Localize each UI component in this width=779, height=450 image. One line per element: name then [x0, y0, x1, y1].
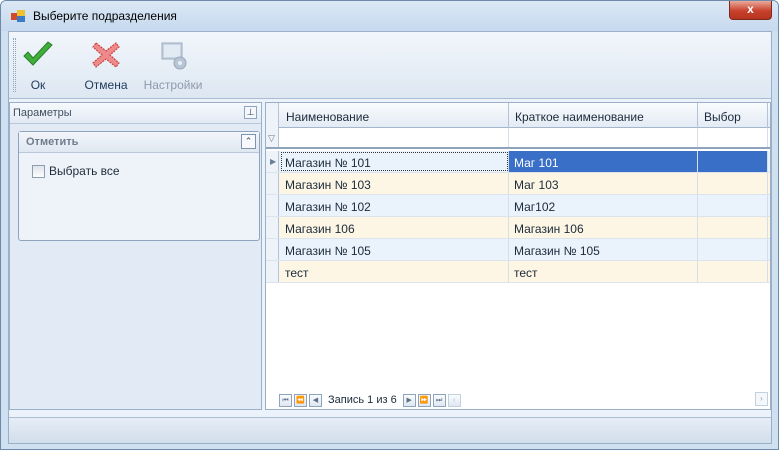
row-indicator[interactable]: ▶: [266, 151, 279, 172]
cell-name[interactable]: Магазин № 105: [280, 239, 509, 260]
title-bar: Выберите подразделения x: [1, 1, 778, 31]
table-row[interactable]: тест тест: [266, 261, 770, 283]
column-header-short-name[interactable]: Краткое наименование: [509, 103, 698, 128]
toolbar-grip: [13, 38, 16, 92]
table-row[interactable]: Магазин № 102 Маг102: [266, 195, 770, 217]
record-navigator: ⏮ ⏪ ◀ Запись 1 из 6 ▶ ⏩ ⏭ ‹: [279, 392, 463, 408]
record-counter: Запись 1 из 6: [328, 394, 397, 406]
collapse-icon[interactable]: ⌃: [241, 134, 256, 149]
cell-short-name[interactable]: Маг 103: [509, 173, 698, 194]
filter-cell-choice[interactable]: [698, 128, 768, 147]
cancel-button[interactable]: Отмена: [79, 38, 133, 94]
filter-cell-name[interactable]: [280, 128, 509, 147]
cell-short-name[interactable]: Маг 101: [509, 151, 698, 172]
pin-icon[interactable]: ⊥: [244, 106, 257, 119]
parameters-panel: Параметры ⊥ Отметить ⌃ Выбрать все: [9, 102, 262, 410]
cell-short-name[interactable]: Магазин 106: [509, 217, 698, 238]
table-row[interactable]: Магазин № 103 Маг 103: [266, 173, 770, 195]
cell-choice[interactable]: [698, 173, 768, 194]
filter-indicator: ▽: [266, 128, 279, 147]
cell-choice[interactable]: [698, 217, 768, 238]
row-indicator[interactable]: [266, 261, 279, 282]
checkbox-box[interactable]: [32, 164, 45, 178]
scroll-right-icon[interactable]: ›: [755, 392, 768, 406]
cell-choice[interactable]: [698, 195, 768, 216]
filter-icon: ▽: [268, 133, 275, 143]
row-indicator[interactable]: [266, 195, 279, 216]
cross-icon: [92, 42, 120, 68]
cell-choice[interactable]: [698, 239, 768, 260]
select-all-label: Выбрать все: [49, 164, 120, 178]
cell-choice[interactable]: [698, 261, 768, 282]
filter-cell-short-name[interactable]: [509, 128, 698, 147]
settings-label: Настройки: [143, 78, 203, 92]
prev-record-icon[interactable]: ◀: [309, 393, 322, 407]
cell-short-name[interactable]: тест: [509, 261, 698, 282]
parameters-panel-title: Параметры: [13, 107, 72, 119]
cell-short-name[interactable]: Маг102: [509, 195, 698, 216]
status-bar: [9, 417, 771, 443]
window-title: Выберите подразделения: [33, 9, 177, 23]
prev-page-icon[interactable]: ⏪: [294, 393, 307, 407]
table-row[interactable]: ▶ Магазин № 101 Маг 101: [266, 151, 770, 173]
settings-button[interactable]: Настройки: [141, 38, 205, 94]
column-header-name[interactable]: Наименование: [280, 103, 509, 128]
scroll-left-icon[interactable]: ‹: [447, 393, 461, 407]
row-indicator[interactable]: [266, 239, 279, 260]
filter-row: ▽: [266, 128, 770, 149]
app-icon: [11, 10, 25, 22]
ok-button[interactable]: Ок: [18, 38, 58, 94]
cell-name[interactable]: Магазин 106: [280, 217, 509, 238]
cell-name[interactable]: Магазин № 103: [280, 173, 509, 194]
grid-header: Наименование Краткое наименование Выбор: [266, 103, 770, 128]
table-row[interactable]: Магазин 106 Магазин 106: [266, 217, 770, 239]
client-area: Ок Отмена Настройки Параметры ⊥ Отметить…: [8, 31, 772, 444]
dialog-window: Выберите подразделения x Ок Отмена Настр…: [0, 0, 779, 450]
cell-name[interactable]: тест: [280, 261, 509, 282]
last-record-icon[interactable]: ⏭: [432, 393, 446, 407]
units-grid: Наименование Краткое наименование Выбор …: [265, 102, 771, 410]
mark-group-header: Отметить ⌃: [19, 132, 259, 153]
column-header-choice[interactable]: Выбор: [698, 103, 768, 128]
settings-icon: [161, 42, 187, 70]
cancel-label: Отмена: [84, 78, 128, 92]
table-row[interactable]: Магазин № 105 Магазин № 105: [266, 239, 770, 261]
checkmark-icon: [23, 41, 53, 66]
toolbar: Ок Отмена Настройки: [9, 32, 771, 99]
cell-choice[interactable]: [698, 151, 768, 172]
ok-label: Ок: [30, 78, 46, 92]
mark-group-title: Отметить: [26, 136, 79, 148]
first-record-icon[interactable]: ⏮: [279, 393, 292, 407]
cell-short-name[interactable]: Магазин № 105: [509, 239, 698, 260]
header-indicator: [266, 103, 279, 128]
cell-name[interactable]: Магазин № 101: [280, 151, 509, 172]
close-button[interactable]: x: [729, 1, 772, 20]
mark-group: Отметить ⌃ Выбрать все: [18, 131, 260, 241]
cell-name[interactable]: Магазин № 102: [280, 195, 509, 216]
select-all-checkbox[interactable]: Выбрать все: [32, 164, 120, 178]
row-indicator[interactable]: [266, 173, 279, 194]
row-indicator[interactable]: [266, 217, 279, 238]
next-record-icon[interactable]: ▶: [402, 393, 416, 407]
next-page-icon[interactable]: ⏩: [417, 393, 431, 407]
parameters-panel-header: Параметры ⊥: [10, 103, 261, 124]
